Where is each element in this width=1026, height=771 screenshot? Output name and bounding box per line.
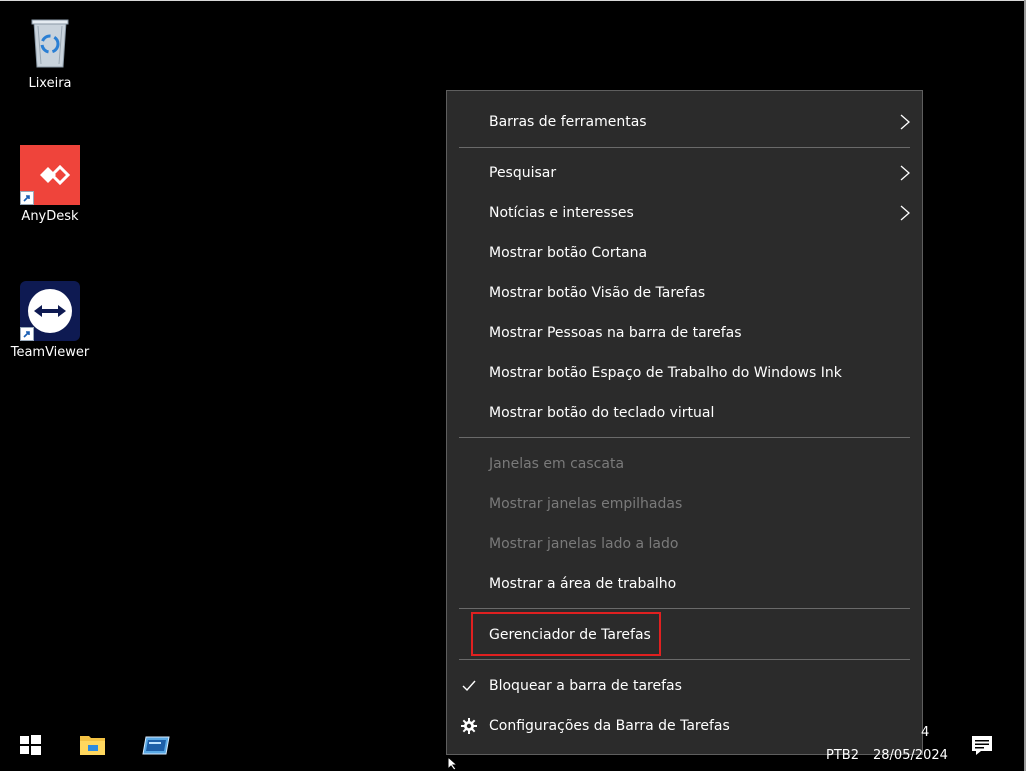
menu-item-label: Janelas em cascata xyxy=(489,456,625,472)
menu-item-label: Mostrar a área de trabalho xyxy=(489,576,677,592)
desktop-icon-recycle-bin[interactable]: Lixeira xyxy=(0,12,100,91)
task-manager-highlight-box xyxy=(471,612,661,656)
desktop-icon-label: TeamViewer xyxy=(10,345,90,360)
checkmark-icon xyxy=(462,680,476,692)
menu-item-show-windows-ink[interactable]: Mostrar botão Espaço de Trabalho do Wind… xyxy=(447,353,922,393)
menu-item-show-cortana[interactable]: Mostrar botão Cortana xyxy=(447,233,922,273)
server-manager-icon xyxy=(142,736,170,755)
file-explorer-button[interactable] xyxy=(75,727,111,763)
recycle-bin-icon xyxy=(20,12,80,72)
menu-item-show-desktop[interactable]: Mostrar a área de trabalho xyxy=(447,564,922,604)
folder-icon xyxy=(80,736,105,755)
tray-date[interactable]: 28/05/2024 xyxy=(873,748,948,763)
menu-item-label: Mostrar botão do teclado virtual xyxy=(489,405,715,421)
menu-item-news-interests[interactable]: Notícias e interesses xyxy=(447,193,922,233)
menu-item-label: Mostrar janelas empilhadas xyxy=(489,496,683,512)
action-center-button[interactable] xyxy=(965,728,999,762)
menu-item-stacked-windows: Mostrar janelas empilhadas xyxy=(447,484,922,524)
menu-item-label: Bloquear a barra de tarefas xyxy=(489,678,682,694)
menu-item-label: Mostrar botão Cortana xyxy=(489,245,648,261)
mouse-cursor-icon xyxy=(447,756,459,771)
menu-item-show-touch-keyboard[interactable]: Mostrar botão do teclado virtual xyxy=(447,393,922,433)
menu-item-label: Mostrar janelas lado a lado xyxy=(489,536,679,552)
shortcut-arrow-icon xyxy=(20,191,34,205)
menu-separator xyxy=(459,659,910,660)
menu-item-taskbar-settings[interactable]: Configurações da Barra de Tarefas xyxy=(447,706,922,746)
menu-separator xyxy=(459,608,910,609)
start-button[interactable] xyxy=(12,727,48,763)
menu-item-cascade-windows: Janelas em cascata xyxy=(447,444,922,484)
menu-item-lock-taskbar[interactable]: Bloquear a barra de tarefas xyxy=(447,666,922,706)
windows-logo-icon xyxy=(20,735,41,755)
anydesk-icon xyxy=(20,145,80,205)
teamviewer-icon xyxy=(20,281,80,341)
desktop-icon-label: Lixeira xyxy=(28,76,72,91)
chevron-right-icon xyxy=(900,205,910,221)
menu-separator xyxy=(459,437,910,438)
server-manager-button[interactable] xyxy=(138,727,174,763)
menu-item-toolbars[interactable]: Barras de ferramentas xyxy=(447,102,922,142)
screen-top-border xyxy=(0,0,1026,1)
menu-item-show-people[interactable]: Mostrar Pessoas na barra de tarefas xyxy=(447,313,922,353)
shortcut-arrow-icon xyxy=(20,327,34,341)
menu-item-label: Pesquisar xyxy=(489,165,557,181)
desktop-icon-label: AnyDesk xyxy=(21,209,79,224)
chevron-right-icon xyxy=(900,165,910,181)
desktop-icon-teamviewer[interactable]: TeamViewer xyxy=(0,281,100,360)
menu-separator xyxy=(459,147,910,148)
menu-item-side-by-side-windows: Mostrar janelas lado a lado xyxy=(447,524,922,564)
menu-item-show-task-view[interactable]: Mostrar botão Visão de Tarefas xyxy=(447,273,922,313)
tray-language[interactable]: PTB2 xyxy=(826,748,859,763)
taskbar-context-menu: Barras de ferramentas Pesquisar Notícias… xyxy=(446,90,923,755)
menu-item-label: Mostrar Pessoas na barra de tarefas xyxy=(489,325,742,341)
chevron-right-icon xyxy=(900,114,910,130)
gear-icon xyxy=(461,718,477,734)
menu-item-label: Configurações da Barra de Tarefas xyxy=(489,718,730,734)
tray-time: 4 xyxy=(921,725,930,740)
menu-item-label: Notícias e interesses xyxy=(489,205,634,221)
menu-item-label: Mostrar botão Visão de Tarefas xyxy=(489,285,706,301)
menu-item-search[interactable]: Pesquisar xyxy=(447,153,922,193)
menu-item-label: Barras de ferramentas xyxy=(489,114,647,130)
menu-item-label: Mostrar botão Espaço de Trabalho do Wind… xyxy=(489,365,842,381)
notification-icon xyxy=(972,736,992,755)
desktop-icon-anydesk[interactable]: AnyDesk xyxy=(0,145,100,224)
